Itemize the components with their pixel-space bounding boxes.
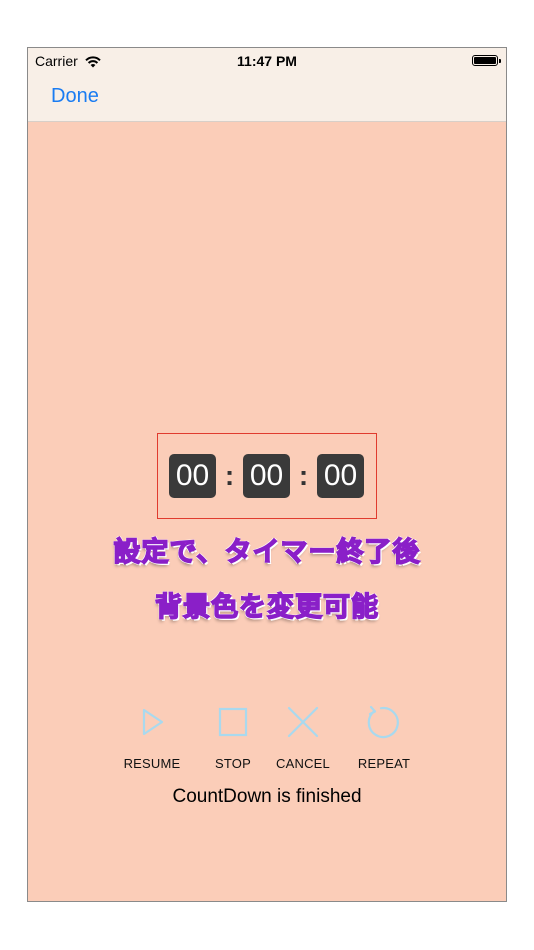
timer-minutes: 00 (243, 454, 290, 498)
cancel-label: CANCEL (276, 756, 330, 771)
stop-icon (218, 707, 248, 737)
status-message: CountDown is finished (172, 786, 362, 807)
close-icon (287, 706, 319, 738)
cancel-button[interactable]: CANCEL (263, 704, 343, 771)
navigation-bar: Done (28, 74, 506, 122)
repeat-button[interactable]: REPEAT (344, 704, 424, 771)
resume-button[interactable]: RESUME (112, 704, 192, 771)
timer-controls: RESUME STOP CANCEL REPEAT (112, 704, 432, 774)
app-screen: Carrier 11:47 PM Done 00 : 00 : 00 設定で、タ… (27, 47, 507, 902)
timer-separator: : (224, 460, 235, 491)
battery-full-icon (472, 55, 501, 66)
repeat-icon (367, 705, 399, 739)
stop-button[interactable]: STOP (193, 704, 273, 771)
timer-seconds: 00 (317, 454, 364, 498)
resume-label: RESUME (123, 756, 181, 771)
status-time: 11:47 PM (237, 53, 297, 69)
caption-line-2: 背景色を変更可能 (154, 591, 379, 624)
timer-display: 00 : 00 : 00 (157, 433, 377, 519)
play-icon (142, 708, 164, 736)
timer-separator: : (298, 460, 309, 491)
status-bar: Carrier 11:47 PM (28, 48, 506, 74)
caption-line-1: 設定で、タイマー終了後 (113, 536, 421, 569)
stop-label: STOP (215, 756, 251, 771)
repeat-label: REPEAT (357, 756, 411, 771)
done-button[interactable]: Done (51, 85, 99, 108)
timer-hours: 00 (169, 454, 216, 498)
